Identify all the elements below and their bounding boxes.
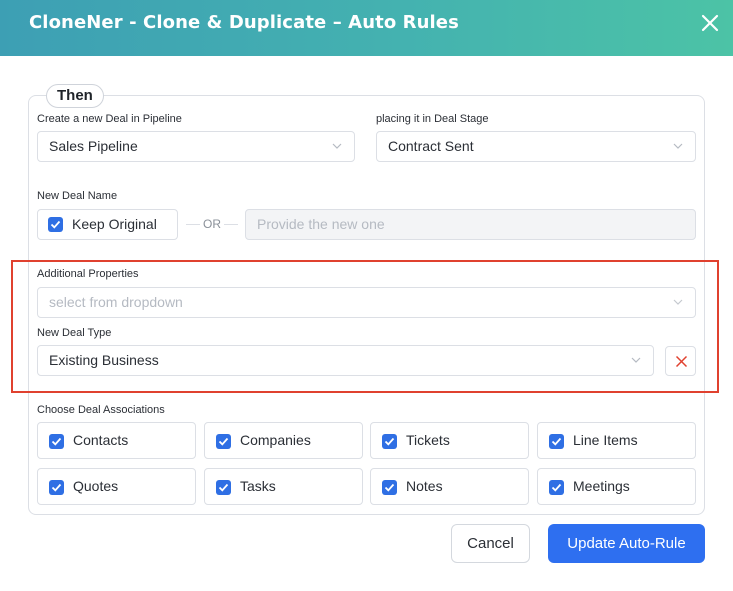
stage-label: placing it in Deal Stage [376,113,489,125]
association-meetings[interactable]: Meetings [537,468,696,505]
cancel-button[interactable]: Cancel [451,524,530,563]
checkbox-checked-icon [549,480,564,495]
section-legend: Then [46,84,104,108]
close-icon [675,355,688,368]
association-label: Line Items [573,432,638,448]
modal-header: CloneNer - Clone & Duplicate – Auto Rule… [0,0,733,56]
modal-title: CloneNer - Clone & Duplicate – Auto Rule… [29,12,459,33]
checkbox-checked-icon [49,434,64,449]
association-contacts[interactable]: Contacts [37,422,196,459]
checkbox-checked-icon [216,480,231,495]
association-notes[interactable]: Notes [370,468,529,505]
deal-type-label: New Deal Type [37,327,112,339]
keep-original-checkbox[interactable]: Keep Original [37,209,178,240]
chevron-down-icon [332,143,342,149]
association-label: Contacts [73,432,129,448]
association-label: Companies [240,432,311,448]
deal-name-label: New Deal Name [37,190,118,202]
stage-value: Contract Sent [388,138,474,154]
chevron-down-icon [673,143,683,149]
new-deal-name-placeholder: Provide the new one [257,216,385,232]
association-tasks[interactable]: Tasks [204,468,363,505]
update-auto-rule-button[interactable]: Update Auto-Rule [548,524,705,563]
pipeline-value: Sales Pipeline [49,138,138,154]
pipeline-select[interactable]: Sales Pipeline [37,131,355,162]
checkbox-checked-icon [382,434,397,449]
close-icon[interactable] [699,12,721,34]
checkbox-checked-icon [216,434,231,449]
or-text: OR [203,217,221,231]
association-label: Notes [406,478,443,494]
remove-property-button[interactable] [665,346,696,376]
new-deal-name-input[interactable]: Provide the new one [245,209,696,240]
association-label: Tickets [406,432,450,448]
divider [186,224,200,225]
deal-type-select[interactable]: Existing Business [37,345,654,376]
association-label: Meetings [573,478,630,494]
deal-type-value: Existing Business [49,352,159,368]
association-quotes[interactable]: Quotes [37,468,196,505]
checkbox-checked-icon [49,480,64,495]
additional-properties-select[interactable]: select from dropdown [37,287,696,318]
checkbox-checked-icon [549,434,564,449]
keep-original-label: Keep Original [72,216,157,232]
additional-properties-placeholder: select from dropdown [49,294,183,310]
association-label: Quotes [73,478,119,494]
divider [224,224,238,225]
stage-select[interactable]: Contract Sent [376,131,696,162]
checkbox-checked-icon [48,217,63,232]
chevron-down-icon [631,357,641,363]
association-companies[interactable]: Companies [204,422,363,459]
pipeline-label: Create a new Deal in Pipeline [37,113,182,125]
additional-properties-label: Additional Properties [37,268,139,280]
associations-label: Choose Deal Associations [37,404,165,416]
association-tickets[interactable]: Tickets [370,422,529,459]
association-label: Tasks [240,478,276,494]
chevron-down-icon [673,299,683,305]
association-line-items[interactable]: Line Items [537,422,696,459]
checkbox-checked-icon [382,480,397,495]
